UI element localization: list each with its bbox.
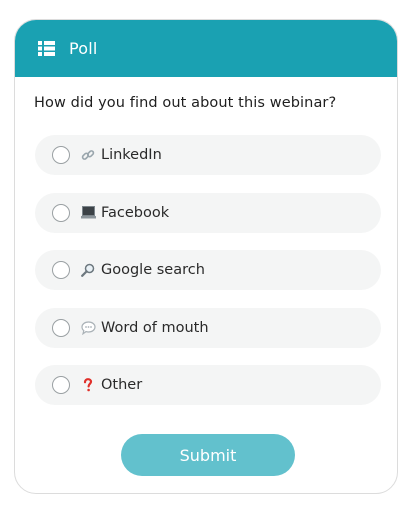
option-google-search[interactable]: Google search [35, 250, 381, 290]
magnifier-icon [80, 262, 96, 278]
option-label: Google search [101, 262, 205, 278]
poll-options: LinkedIn Facebook Google search Word of … [35, 135, 381, 423]
laptop-icon [80, 205, 96, 221]
link-icon [80, 147, 96, 163]
submit-button[interactable]: Submit [121, 434, 295, 476]
radio-button[interactable] [52, 261, 70, 279]
speech-bubble-icon [80, 320, 96, 336]
option-other[interactable]: Other [35, 365, 381, 405]
option-label: LinkedIn [101, 147, 162, 163]
option-linkedin[interactable]: LinkedIn [35, 135, 381, 175]
poll-header: Poll [15, 20, 397, 77]
option-word-of-mouth[interactable]: Word of mouth [35, 307, 381, 348]
poll-title: Poll [69, 39, 98, 58]
option-label: Other [101, 377, 143, 393]
radio-button[interactable] [52, 203, 70, 222]
poll-question: How did you find out about this webinar? [34, 95, 337, 111]
poll-card: Poll How did you find out about this web… [14, 19, 398, 494]
radio-button[interactable] [52, 376, 70, 394]
radio-button[interactable] [52, 146, 70, 164]
list-icon [38, 40, 55, 57]
option-facebook[interactable]: Facebook [35, 192, 381, 233]
option-label: Word of mouth [101, 319, 209, 336]
question-mark-icon [80, 377, 96, 393]
option-label: Facebook [101, 204, 170, 221]
radio-button[interactable] [52, 318, 70, 337]
